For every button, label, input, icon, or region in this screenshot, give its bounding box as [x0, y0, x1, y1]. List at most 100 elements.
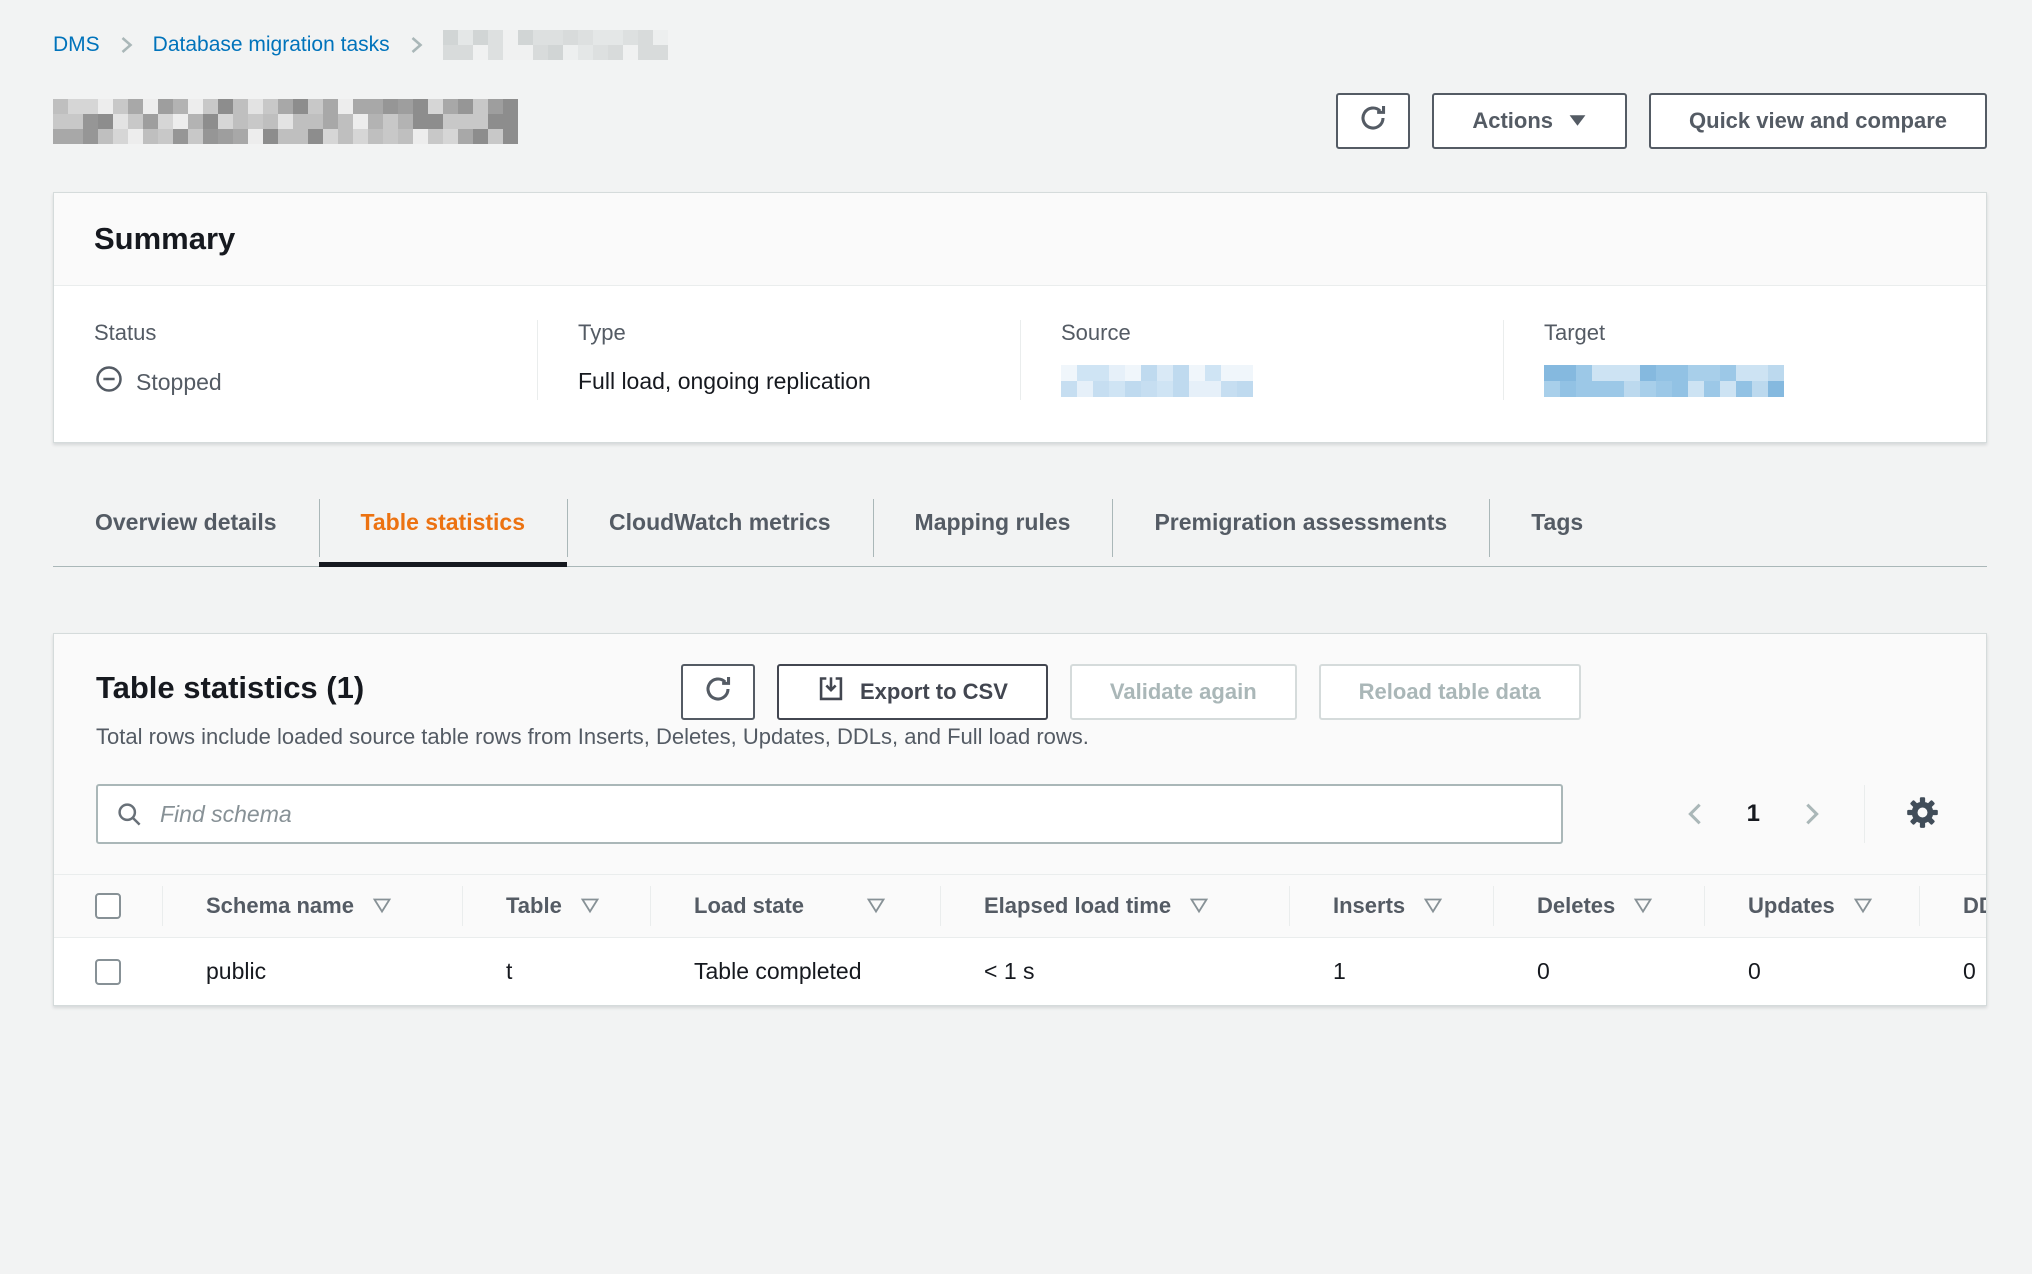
- breadcrumb-link-dms[interactable]: DMS: [53, 33, 100, 57]
- row-select-cell: [54, 937, 162, 1005]
- reload-label: Reload table data: [1359, 679, 1541, 705]
- cell-schema-name: public: [162, 937, 462, 1005]
- table-statistics-actions: Export to CSV Validate again Reload tabl…: [681, 664, 1581, 720]
- col-label: Elapsed load time: [984, 893, 1171, 919]
- sort-filter-icon[interactable]: [372, 897, 392, 914]
- reload-table-data-button: Reload table data: [1319, 664, 1581, 720]
- tab-tags[interactable]: Tags: [1489, 493, 1625, 566]
- col-header-schema-name: Schema name: [162, 875, 462, 937]
- col-label: Deletes: [1537, 893, 1615, 919]
- search-icon: [116, 801, 143, 833]
- cell-deletes: 0: [1493, 937, 1704, 1005]
- summary-field-status: Status Stopped: [54, 320, 537, 400]
- summary-field-target: Target: [1503, 320, 1986, 400]
- page-actions: Actions Quick view and compare: [1336, 93, 1987, 149]
- col-label: Schema name: [206, 893, 354, 919]
- cell-inserts: 1: [1289, 937, 1493, 1005]
- breadcrumb-current-redacted: [443, 30, 668, 60]
- pagination: 1: [1679, 785, 1944, 843]
- export-label: Export to CSV: [860, 679, 1008, 705]
- tab-table-statistics[interactable]: Table statistics: [319, 493, 567, 566]
- cell-load-state: Table completed: [650, 937, 940, 1005]
- gear-icon: [1905, 795, 1940, 833]
- summary-card: Summary Status Stopped Type Full load, o…: [53, 192, 1987, 443]
- tab-cloudwatch-metrics[interactable]: CloudWatch metrics: [567, 493, 873, 566]
- chevron-right-icon: [408, 33, 425, 57]
- refresh-icon: [702, 673, 734, 711]
- summary-field-type: Type Full load, ongoing replication: [537, 320, 1020, 400]
- type-label: Type: [578, 320, 980, 346]
- tab-overview-details[interactable]: Overview details: [53, 493, 319, 566]
- chevron-right-icon: [118, 33, 135, 57]
- table-statistics-description: Total rows include loaded source table r…: [96, 724, 1944, 750]
- source-endpoint-link-redacted[interactable]: [1061, 365, 1253, 397]
- col-header-inserts: Inserts: [1289, 875, 1493, 937]
- select-all-checkbox[interactable]: [95, 893, 121, 919]
- target-label: Target: [1544, 320, 1946, 346]
- col-header-table: Table: [462, 875, 650, 937]
- status-value: Stopped: [94, 364, 497, 400]
- export-to-csv-button[interactable]: Export to CSV: [777, 664, 1048, 720]
- dms-task-page: DMS Database migration tasks Actions: [0, 0, 2032, 1006]
- statistics-table-container: Schema name Table Load state Elapse: [54, 874, 1986, 1005]
- refresh-table-button[interactable]: [681, 664, 755, 720]
- col-header-ddls: DDLs: [1919, 875, 1986, 937]
- actions-button-label: Actions: [1472, 108, 1553, 134]
- col-header-elapsed-load-time: Elapsed load time: [940, 875, 1289, 937]
- sort-filter-icon[interactable]: [1423, 897, 1443, 914]
- col-label: Updates: [1748, 893, 1835, 919]
- actions-button[interactable]: Actions: [1432, 93, 1627, 149]
- quick-view-compare-button[interactable]: Quick view and compare: [1649, 93, 1987, 149]
- summary-card-header: Summary: [54, 193, 1986, 286]
- find-schema-input[interactable]: [96, 784, 1563, 844]
- status-text: Stopped: [136, 369, 222, 396]
- col-header-load-state: Load state: [650, 875, 940, 937]
- col-label: DDLs: [1963, 893, 1986, 919]
- sort-filter-icon[interactable]: [866, 897, 886, 914]
- task-name-redacted: [53, 99, 518, 144]
- cell-ddls: 0: [1919, 937, 1986, 1005]
- summary-field-source: Source: [1020, 320, 1503, 400]
- summary-title: Summary: [94, 221, 1946, 257]
- preferences-gear-button[interactable]: [1901, 791, 1944, 837]
- cell-updates: 0: [1704, 937, 1919, 1005]
- refresh-button[interactable]: [1336, 93, 1410, 149]
- quick-view-label: Quick view and compare: [1689, 108, 1947, 134]
- page-title-row: Actions Quick view and compare: [53, 92, 1987, 150]
- refresh-icon: [1357, 102, 1389, 140]
- previous-page-button: [1679, 796, 1711, 832]
- sort-filter-icon[interactable]: [1633, 897, 1653, 914]
- tab-premigration-assessments[interactable]: Premigration assessments: [1112, 493, 1489, 566]
- sort-filter-icon[interactable]: [580, 897, 600, 914]
- pager-divider: [1864, 785, 1865, 843]
- cell-elapsed-load-time: < 1 s: [940, 937, 1289, 1005]
- type-value: Full load, ongoing replication: [578, 364, 980, 398]
- table-header-row: Schema name Table Load state Elapse: [54, 875, 1986, 937]
- caret-down-icon: [1568, 108, 1587, 134]
- breadcrumb-link-tasks[interactable]: Database migration tasks: [153, 33, 390, 57]
- sort-filter-icon[interactable]: [1189, 897, 1209, 914]
- table-row: public t Table completed < 1 s 1 0 0 0: [54, 937, 1986, 1005]
- search-box: [96, 784, 1563, 844]
- tab-mapping-rules[interactable]: Mapping rules: [873, 493, 1113, 566]
- summary-body: Status Stopped Type Full load, ongoing r…: [54, 286, 1986, 442]
- table-statistics-panel: Table statistics (1) Total rows include …: [53, 633, 1987, 1006]
- statistics-table: Schema name Table Load state Elapse: [54, 875, 1986, 1005]
- download-icon: [817, 675, 845, 709]
- row-checkbox[interactable]: [95, 959, 121, 985]
- target-endpoint-link-redacted[interactable]: [1544, 365, 1784, 397]
- table-statistics-header: Table statistics (1) Total rows include …: [54, 634, 1986, 750]
- sort-filter-icon[interactable]: [1853, 897, 1873, 914]
- validate-label: Validate again: [1110, 679, 1257, 705]
- current-page-number[interactable]: 1: [1741, 800, 1766, 828]
- status-label: Status: [94, 320, 497, 346]
- breadcrumb: DMS Database migration tasks: [53, 30, 1987, 60]
- col-label: Inserts: [1333, 893, 1405, 919]
- col-header-select: [54, 875, 162, 937]
- validate-again-button: Validate again: [1070, 664, 1297, 720]
- search-row: 1: [54, 784, 1986, 844]
- task-detail-tabs: Overview details Table statistics CloudW…: [53, 493, 1987, 567]
- source-label: Source: [1061, 320, 1463, 346]
- col-header-updates: Updates: [1704, 875, 1919, 937]
- stopped-icon: [94, 364, 124, 400]
